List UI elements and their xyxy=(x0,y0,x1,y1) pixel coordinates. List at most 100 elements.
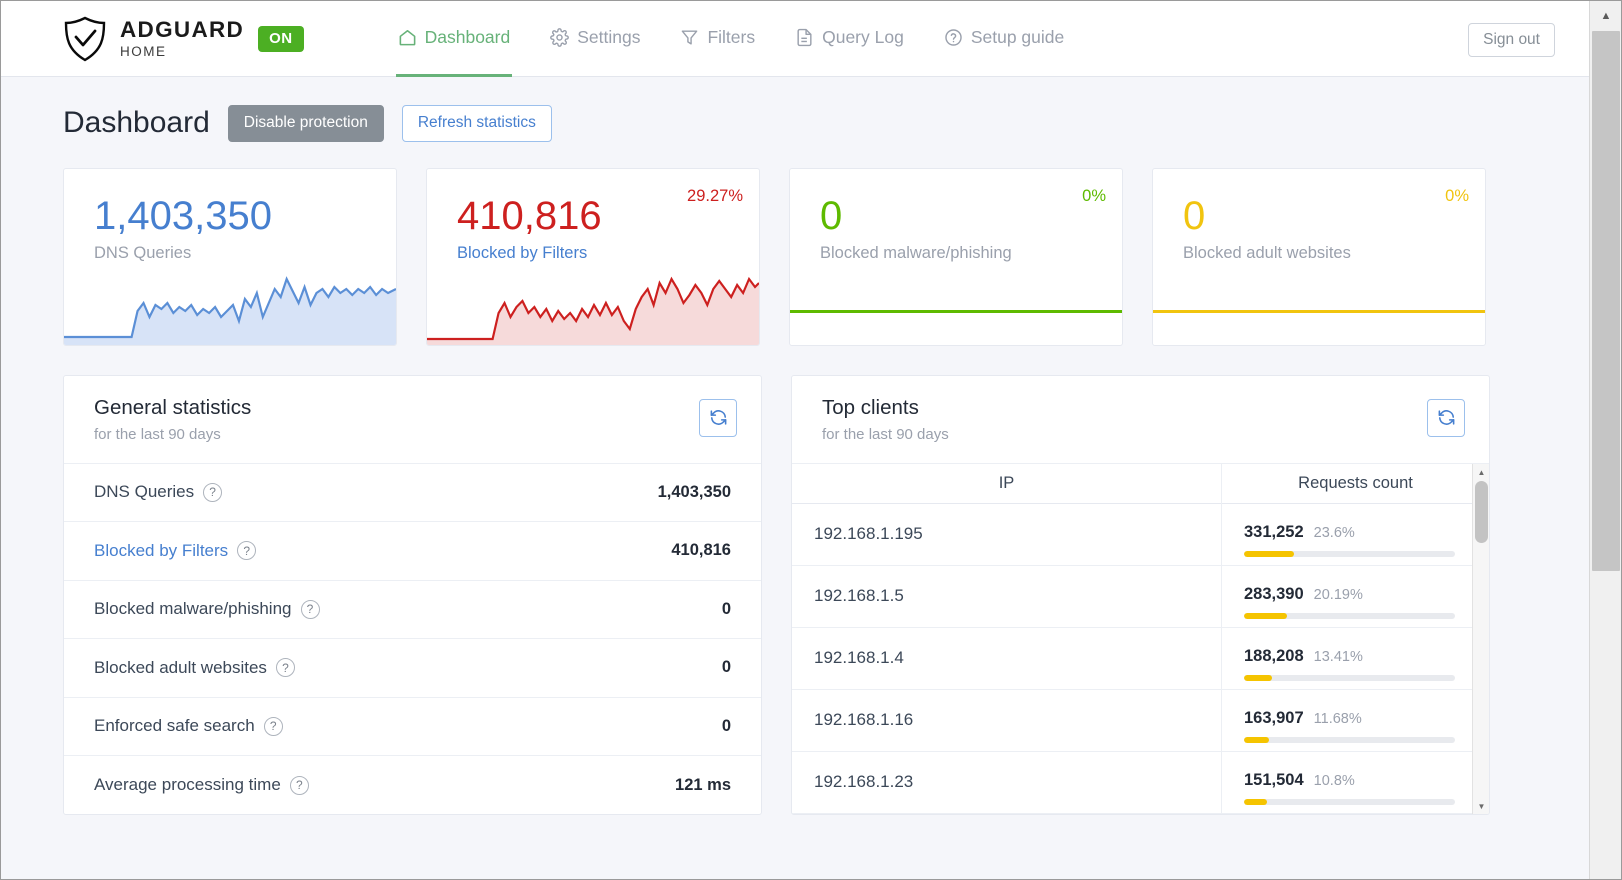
stat-card-value: 0 xyxy=(820,193,843,238)
table-row[interactable]: 192.168.1.16 163,907 11.68% xyxy=(792,689,1489,752)
stat-row-name[interactable]: Blocked by Filters ? xyxy=(94,541,257,561)
stat-row-value: 0 xyxy=(721,716,731,735)
stat-row-value: 121 ms xyxy=(675,775,731,794)
nav-item-settings[interactable]: Settings xyxy=(548,1,642,77)
stat-list-row: Average processing time ? 121 ms xyxy=(64,756,761,814)
stat-row-value: 0 xyxy=(721,658,731,677)
help-icon[interactable]: ? xyxy=(275,658,295,678)
stat-row-label: Blocked malware/phishing xyxy=(94,599,292,619)
table-row[interactable]: 192.168.1.4 188,208 13.41% xyxy=(792,627,1489,690)
help-icon[interactable]: ? xyxy=(237,541,257,561)
stat-row-label: Blocked adult websites xyxy=(94,657,267,677)
stat-card-blocked-adult[interactable]: 0% 0 Blocked adult websites xyxy=(1152,167,1486,346)
page-title-row: Dashboard Disable protection Refresh sta… xyxy=(63,105,1529,142)
general-statistics-header: General statistics for the last 90 days xyxy=(64,376,761,464)
stat-card-percent: 0% xyxy=(1082,186,1106,205)
client-requests: 188,208 13.41% xyxy=(1222,628,1489,689)
general-statistics-list: DNS Queries ? 1,403,350 Blocked by Filte… xyxy=(64,464,761,814)
nav-item-setup-guide[interactable]: Setup guide xyxy=(942,1,1066,77)
stat-row-label: Enforced safe search xyxy=(94,716,255,736)
requests-bar-track xyxy=(1244,799,1455,806)
stat-row-label: DNS Queries xyxy=(94,482,195,502)
requests-count: 163,907 xyxy=(1244,709,1304,728)
dashboard-panels: General statistics for the last 90 days xyxy=(63,374,1529,815)
help-icon[interactable]: ? xyxy=(300,599,320,619)
brand-name: ADGUARD xyxy=(120,16,245,42)
requests-bar-track xyxy=(1244,613,1455,620)
table-row[interactable]: 192.168.1.23 151,504 10.8% xyxy=(792,751,1489,814)
stat-card-blocked-malware[interactable]: 0% 0 Blocked malware/phishing xyxy=(789,167,1123,346)
refresh-statistics-button[interactable]: Refresh statistics xyxy=(401,105,552,142)
top-clients-table-header: IP Requests count xyxy=(792,463,1489,504)
scroll-up-arrow-icon[interactable]: ▲ xyxy=(1473,463,1489,481)
dashboard-content: Dashboard Disable protection Refresh sta… xyxy=(1,77,1591,815)
client-ip: 192.168.1.23 xyxy=(792,751,1222,813)
refresh-icon xyxy=(1438,410,1454,425)
nav-label-query-log: Query Log xyxy=(822,26,904,47)
stat-card-label: Blocked malware/phishing xyxy=(820,243,1012,262)
nav-item-filters[interactable]: Filters xyxy=(678,1,757,77)
requests-bar-track xyxy=(1244,675,1455,682)
scroll-down-arrow-icon[interactable]: ▼ xyxy=(1473,797,1489,814)
document-icon xyxy=(797,28,812,46)
client-ip: 192.168.1.16 xyxy=(792,689,1222,751)
stat-card-blocked-by-filters[interactable]: 29.27% 410,816 Blocked by Filters xyxy=(426,167,760,346)
column-header-ip[interactable]: IP xyxy=(792,463,1222,504)
stat-row-name: DNS Queries ? xyxy=(94,482,223,502)
browser-scrollbar-thumb[interactable] xyxy=(1592,31,1620,571)
nav-item-dashboard[interactable]: Dashboard xyxy=(395,1,513,77)
general-statistics-refresh-button[interactable] xyxy=(699,398,737,437)
malware-flatline xyxy=(790,309,1122,313)
stat-list-row: Blocked adult websites ? 0 xyxy=(64,639,761,698)
disable-protection-button[interactable]: Disable protection xyxy=(227,105,384,142)
stat-card-value: 0 xyxy=(1183,193,1206,238)
client-requests: 151,504 10.8% xyxy=(1222,752,1489,813)
general-statistics-title: General statistics xyxy=(94,395,252,419)
requests-count: 188,208 xyxy=(1244,647,1304,666)
sign-out-button[interactable]: Sign out xyxy=(1468,23,1555,57)
top-clients-table-body: 192.168.1.195 331,252 23.6% 192.168.1.5 … xyxy=(792,503,1489,814)
client-ip: 192.168.1.4 xyxy=(792,627,1222,689)
stat-row-value: 410,816 xyxy=(671,541,731,560)
top-clients-refresh-button[interactable] xyxy=(1427,398,1465,437)
stat-card-label: Blocked adult websites xyxy=(1183,243,1351,262)
nav-label-setup-guide: Setup guide xyxy=(970,26,1065,47)
top-clients-subtitle: for the last 90 days xyxy=(822,425,949,443)
blocked-by-filters-sparkline xyxy=(427,276,759,345)
help-icon[interactable]: ? xyxy=(289,775,309,795)
table-row[interactable]: 192.168.1.195 331,252 23.6% xyxy=(792,503,1489,566)
stat-card-percent: 29.27% xyxy=(687,186,743,205)
column-header-requests-count[interactable]: Requests count xyxy=(1222,464,1489,504)
browser-scrollbar[interactable]: ▲ xyxy=(1589,1,1621,879)
help-icon[interactable]: ? xyxy=(263,716,283,736)
requests-bar-fill xyxy=(1244,613,1287,620)
brand-subtitle: HOME xyxy=(120,44,167,59)
stat-row-label: Average processing time xyxy=(94,775,281,795)
question-circle-icon xyxy=(945,28,962,46)
requests-bar-track xyxy=(1244,737,1455,744)
stat-cards: 1,403,350 DNS Queries 29.27% 410,816 Blo… xyxy=(63,167,1529,346)
requests-bar-fill xyxy=(1244,675,1273,682)
main-navigation: Dashboard Settings Filters Query Log Set… xyxy=(395,1,1067,77)
scroll-up-arrow-icon[interactable]: ▲ xyxy=(1590,1,1621,31)
requests-bar-fill xyxy=(1244,799,1267,806)
requests-count: 283,390 xyxy=(1244,585,1304,604)
top-clients-scrollbar[interactable]: ▲ ▼ xyxy=(1472,463,1489,814)
protection-status-badge[interactable]: ON xyxy=(258,25,304,52)
stat-list-row: Enforced safe search ? 0 xyxy=(64,698,761,757)
stat-row-value: 0 xyxy=(721,599,731,618)
top-clients-panel: Top clients for the last 90 days IP Requ… xyxy=(791,374,1490,815)
brand-logo[interactable]: ADGUARD HOME xyxy=(63,16,244,62)
stat-card-dns-queries[interactable]: 1,403,350 DNS Queries xyxy=(63,167,397,346)
client-requests: 163,907 11.68% xyxy=(1222,690,1489,751)
nav-item-query-log[interactable]: Query Log xyxy=(793,1,906,77)
table-row[interactable]: 192.168.1.5 283,390 20.19% xyxy=(792,565,1489,628)
gear-icon xyxy=(550,27,570,47)
top-clients-header: Top clients for the last 90 days xyxy=(792,376,1489,464)
page-title: Dashboard xyxy=(63,106,210,140)
help-icon[interactable]: ? xyxy=(203,482,223,502)
top-clients-scrollbar-thumb[interactable] xyxy=(1475,480,1488,543)
requests-bar-track xyxy=(1244,551,1455,558)
stat-row-label[interactable]: Blocked by Filters xyxy=(94,541,228,561)
general-statistics-panel: General statistics for the last 90 days xyxy=(63,374,762,815)
